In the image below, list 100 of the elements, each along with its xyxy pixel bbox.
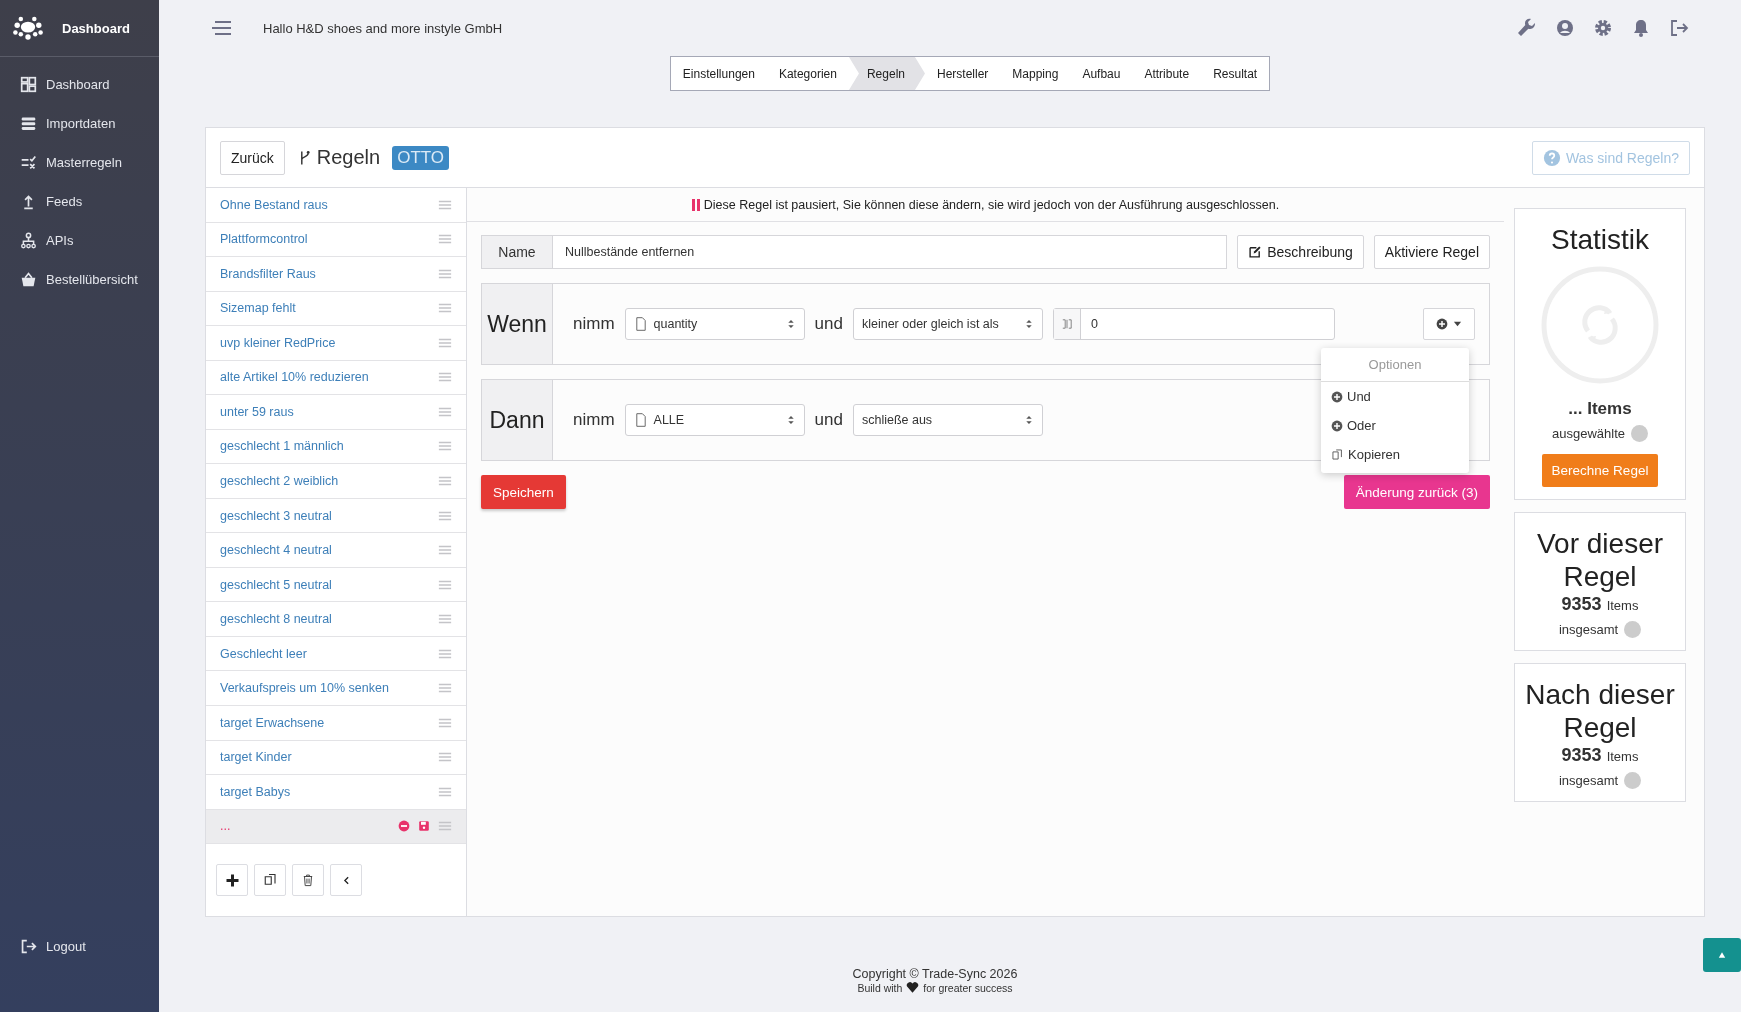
rule-item[interactable]: ... bbox=[206, 809, 466, 845]
drag-handle-icon bbox=[438, 474, 452, 488]
rule-item[interactable]: Ohne Bestand raus bbox=[206, 188, 466, 223]
rule-item[interactable]: geschlecht 2 weiblich bbox=[206, 464, 466, 499]
condition-word: und bbox=[814, 314, 843, 334]
rule-item[interactable]: uvp kleiner RedPrice bbox=[206, 326, 466, 361]
rule-item[interactable]: target Erwachsene bbox=[206, 705, 466, 741]
condition-title: Dann bbox=[489, 406, 545, 434]
save-button[interactable]: Speichern bbox=[481, 475, 566, 509]
step-tab[interactable]: Resultat bbox=[1201, 57, 1270, 90]
rule-item[interactable]: geschlecht 4 neutral bbox=[206, 533, 466, 568]
caret-icon bbox=[785, 415, 796, 425]
stats-caption: insgesamt bbox=[1558, 621, 1619, 637]
nav-item[interactable]: Masterregeln bbox=[0, 143, 159, 182]
menu-item[interactable]: Oder bbox=[1321, 411, 1469, 440]
copy-button[interactable] bbox=[254, 864, 286, 897]
rule-item[interactable]: Sizemap fehlt bbox=[206, 291, 466, 327]
options-button[interactable] bbox=[1423, 308, 1475, 340]
plus-circle-icon bbox=[1331, 419, 1343, 432]
rule-item[interactable]: unter 59 raus bbox=[206, 395, 466, 430]
items-count: 9353 bbox=[1561, 593, 1602, 615]
value-field[interactable]: 0 bbox=[1052, 308, 1335, 340]
logout-icon bbox=[20, 938, 37, 955]
rule-item[interactable]: geschlecht 1 männlich bbox=[206, 429, 466, 465]
name-field[interactable]: Name Nullbestände entfernen bbox=[481, 235, 1228, 269]
nav-item[interactable]: Bestellübersicht bbox=[0, 260, 159, 299]
settings-icon[interactable] bbox=[1593, 18, 1613, 38]
question-icon bbox=[1542, 148, 1561, 167]
sitemap-icon bbox=[20, 232, 37, 249]
file-icon bbox=[633, 317, 648, 331]
step-tab[interactable]: Aufbau bbox=[1070, 57, 1133, 90]
step-tab[interactable]: Attribute bbox=[1132, 57, 1202, 90]
page-title: Regeln bbox=[316, 146, 381, 169]
nav-item[interactable]: Feeds bbox=[0, 182, 159, 221]
paused-notice: Diese Regel ist pausiert, Sie können diese ändern, sie wird jedoch von der Ausführung ausgeschlossen. bbox=[703, 197, 1280, 212]
trash-icon bbox=[301, 873, 315, 888]
step-tab[interactable]: Regeln bbox=[848, 57, 925, 90]
delete-button[interactable] bbox=[292, 864, 324, 897]
field-select[interactable]: quantity bbox=[624, 308, 805, 340]
rule-item[interactable]: geschlecht 3 neutral bbox=[206, 498, 466, 534]
nav-item[interactable]: APIs bbox=[0, 221, 159, 260]
undo-button[interactable]: Änderung zurück (3) bbox=[1343, 475, 1490, 509]
caret-icon bbox=[1453, 319, 1462, 329]
copyright-text: Copyright © Trade-Sync 2026 bbox=[852, 967, 1018, 981]
rule-item[interactable]: alte Artikel 10% reduzieren bbox=[206, 360, 466, 396]
rule-item[interactable]: Verkaufspreis um 10% senken bbox=[206, 671, 466, 706]
description-button[interactable]: Beschreibung bbox=[1237, 235, 1364, 269]
copy-icon bbox=[1331, 448, 1344, 461]
save-icon bbox=[418, 820, 430, 833]
dashboard-icon bbox=[20, 76, 37, 93]
stats-title: Vor dieser Regel bbox=[1535, 526, 1665, 594]
items-count: ... Items bbox=[1568, 398, 1632, 419]
rule-item[interactable]: geschlecht 8 neutral bbox=[206, 602, 466, 637]
menu-icon[interactable] bbox=[211, 21, 231, 35]
step-tab[interactable]: Mapping bbox=[1000, 57, 1071, 90]
condition-title: Wenn bbox=[487, 310, 547, 338]
stats-caption: ausgewählte bbox=[1552, 425, 1625, 441]
rule-item[interactable]: Brandsfilter Raus bbox=[206, 257, 466, 292]
nav-item[interactable]: Dashboard bbox=[0, 65, 159, 104]
items-unit: Items bbox=[1606, 597, 1639, 613]
menu-item[interactable]: Und bbox=[1321, 382, 1469, 411]
logout-item[interactable]: Logout bbox=[0, 927, 159, 966]
rule-item[interactable]: target Kinder bbox=[206, 740, 466, 776]
step-tab[interactable]: Hersteller bbox=[925, 57, 1001, 90]
operator-select[interactable]: kleiner oder gleich ist als bbox=[852, 308, 1043, 340]
caret-icon bbox=[785, 319, 796, 329]
condition-word: nimm bbox=[573, 410, 615, 430]
step-tab[interactable]: Kategorien bbox=[766, 57, 849, 90]
rule-item[interactable]: geschlecht 5 neutral bbox=[206, 567, 466, 603]
menu-item[interactable]: Kopieren bbox=[1321, 440, 1469, 469]
stats-title: Statistik bbox=[1551, 223, 1649, 257]
bell-icon[interactable] bbox=[1631, 18, 1651, 38]
items-unit: Items bbox=[1606, 748, 1639, 764]
file-icon bbox=[633, 413, 648, 427]
logout-icon[interactable] bbox=[1669, 18, 1689, 38]
greeting-text: Hallo H&D shoes and more instyle GmbH bbox=[263, 20, 503, 36]
brand-title[interactable]: Dashboard bbox=[62, 20, 130, 36]
menu-header: Optionen bbox=[1321, 348, 1469, 382]
remove-icon bbox=[398, 820, 410, 833]
caret-icon bbox=[1023, 415, 1034, 425]
stats-title: Nach dieser Regel bbox=[1524, 677, 1676, 745]
rule-item[interactable]: Plattformcontrol bbox=[206, 222, 466, 258]
triangle-up-icon bbox=[1718, 951, 1726, 959]
channel-badge: OTTO bbox=[392, 145, 450, 170]
activate-button[interactable]: Aktiviere Regel bbox=[1373, 235, 1490, 269]
stats-caption: insgesamt bbox=[1558, 772, 1619, 788]
rule-item[interactable]: Geschlecht leer bbox=[206, 636, 466, 672]
add-button[interactable] bbox=[216, 864, 248, 897]
basket-icon bbox=[20, 271, 37, 288]
step-tab[interactable]: Einstellungen bbox=[670, 57, 767, 90]
back-button[interactable]: Zurück bbox=[220, 140, 285, 175]
column-icon bbox=[1060, 318, 1073, 330]
user-icon[interactable] bbox=[1555, 18, 1575, 38]
condition-word: und bbox=[814, 410, 843, 430]
operator-select[interactable]: schließe aus bbox=[852, 404, 1043, 436]
nav-item[interactable]: Importdaten bbox=[0, 104, 159, 143]
rule-item[interactable]: target Babys bbox=[206, 775, 466, 810]
wrench-icon[interactable] bbox=[1517, 18, 1537, 38]
field-select[interactable]: ALLE bbox=[624, 404, 805, 436]
footer-text: for greater success bbox=[923, 981, 1013, 994]
